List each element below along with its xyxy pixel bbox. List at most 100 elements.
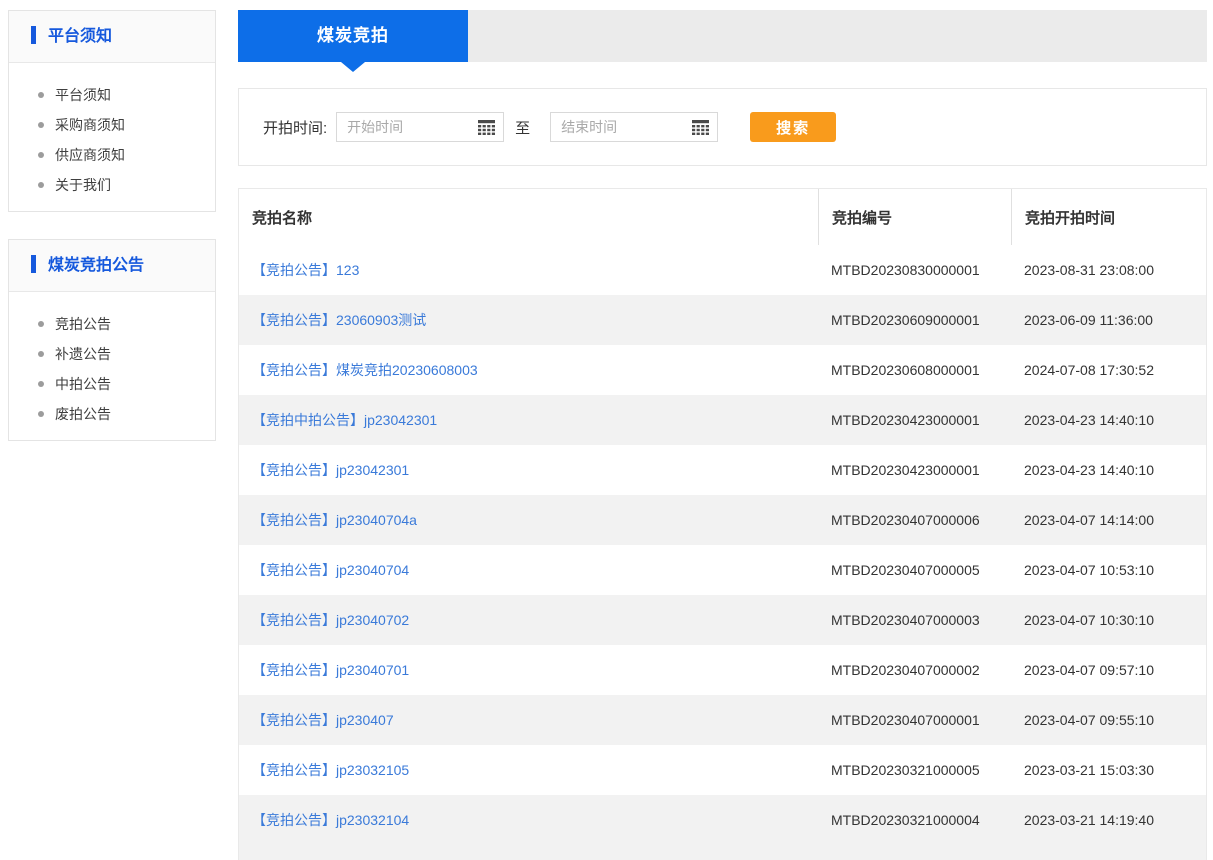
tab-arrow [341, 62, 365, 72]
title-accent-bar [31, 26, 36, 44]
calendar-icon[interactable] [692, 120, 709, 135]
panel-title-label: 煤炭竞拍公告 [48, 257, 144, 274]
auction-name-cell: 【竞拍公告】jp23042301 [239, 460, 818, 480]
sidebar-item-label: 竞拍公告 [55, 316, 111, 332]
sidebar-item-label: 平台须知 [55, 87, 111, 103]
auction-code-cell: MTBD20230407000002 [818, 662, 1011, 678]
table-row: 【竞拍中拍公告】jp23042301 MTBD20230423000001 20… [239, 395, 1206, 445]
auction-code-cell: MTBD20230423000001 [818, 462, 1011, 478]
auction-link[interactable]: 【竞拍公告】jp23040704a [252, 512, 417, 528]
search-panel: 开拍时间: 至 [238, 88, 1207, 166]
bullet-icon [38, 182, 44, 188]
start-time-input[interactable] [337, 119, 478, 135]
auction-time-cell: 2023-04-07 10:53:10 [1011, 562, 1206, 578]
auction-link[interactable]: 【竞拍中拍公告】jp23042301 [252, 412, 437, 428]
sidebar-item[interactable]: 采购商须知 [9, 110, 215, 140]
calendar-icon[interactable] [478, 120, 495, 135]
sidebar-item[interactable]: 废拍公告 [9, 399, 215, 429]
title-accent-bar [31, 255, 36, 273]
auction-name-cell: 【竞拍公告】jp23040701 [239, 660, 818, 680]
auction-name-cell: 【竞拍公告】jp23040704a [239, 510, 818, 530]
auction-time-cell: 2024-07-08 17:30:52 [1011, 362, 1206, 378]
bullet-icon [38, 152, 44, 158]
range-separator: 至 [515, 117, 530, 138]
auction-time-cell: 2023-04-23 14:40:10 [1011, 462, 1206, 478]
auction-time-cell: 2023-04-07 09:57:10 [1011, 662, 1206, 678]
auction-code-cell: MTBD20230608000001 [818, 362, 1011, 378]
column-header-code: 竞拍编号 [818, 189, 1011, 245]
bullet-icon [38, 92, 44, 98]
auction-name-cell: 【竞拍中拍公告】jp23042301 [239, 410, 818, 430]
sidebar-item[interactable]: 竞拍公告 [9, 309, 215, 339]
sidebar: 平台须知 平台须知 采购商须知 供应商须知 关于我们 [8, 10, 216, 468]
end-time-input[interactable] [551, 119, 692, 135]
auction-link[interactable]: 【竞拍公告】jp230407 [252, 712, 394, 728]
sidebar-item[interactable]: 关于我们 [9, 170, 215, 200]
sidebar-item[interactable]: 补遗公告 [9, 339, 215, 369]
tab-coal-auction[interactable]: 煤炭竞拍 [238, 10, 468, 62]
panel-item-list: 竞拍公告 补遗公告 中拍公告 废拍公告 [9, 292, 215, 440]
sidebar-item-label: 采购商须知 [55, 117, 125, 133]
sidebar-item[interactable]: 供应商须知 [9, 140, 215, 170]
table-row: 【竞拍公告】jp23040704a MTBD20230407000006 202… [239, 495, 1206, 545]
sidebar-item-label: 供应商须知 [55, 147, 125, 163]
table-row: 【竞拍公告】jp230407 MTBD20230407000001 2023-0… [239, 695, 1206, 745]
auction-link[interactable]: 【竞拍公告】123 [252, 262, 359, 278]
table-row: 【竞拍公告】23060903测试 MTBD20230609000001 2023… [239, 295, 1206, 345]
auction-link[interactable]: 【竞拍公告】jp23042301 [252, 462, 409, 478]
table-row-partial [239, 845, 1206, 860]
auction-link[interactable]: 【竞拍公告】jp23032105 [252, 762, 409, 778]
auction-link[interactable]: 【竞拍公告】煤炭竞拍20230608003 [252, 362, 478, 378]
search-button[interactable]: 搜索 [750, 112, 836, 142]
table-row: 【竞拍公告】jp23040701 MTBD20230407000002 2023… [239, 645, 1206, 695]
bullet-icon [38, 122, 44, 128]
auction-code-cell: MTBD20230407000006 [818, 512, 1011, 528]
sidebar-item[interactable]: 中拍公告 [9, 369, 215, 399]
auction-table: 竞拍名称 竞拍编号 竞拍开拍时间 【竞拍公告】123 MTBD202308300… [238, 188, 1207, 860]
bullet-icon [38, 411, 44, 417]
bullet-icon [38, 381, 44, 387]
auction-time-cell: 2023-04-23 14:40:10 [1011, 412, 1206, 428]
auction-time-cell: 2023-04-07 14:14:00 [1011, 512, 1206, 528]
sidebar-item-label: 废拍公告 [55, 406, 111, 422]
auction-time-cell: 2023-08-31 23:08:00 [1011, 262, 1206, 278]
table-body: 【竞拍公告】123 MTBD20230830000001 2023-08-31 … [239, 245, 1206, 845]
auction-code-cell: MTBD20230407000005 [818, 562, 1011, 578]
auction-code-cell: MTBD20230321000004 [818, 812, 1011, 828]
auction-name-cell: 【竞拍公告】jp23032105 [239, 760, 818, 780]
auction-code-cell: MTBD20230407000003 [818, 612, 1011, 628]
auction-name-cell: 【竞拍公告】jp23040702 [239, 610, 818, 630]
auction-link[interactable]: 【竞拍公告】jp23040702 [252, 612, 409, 628]
auction-name-cell: 【竞拍公告】123 [239, 260, 818, 280]
column-header-name: 竞拍名称 [239, 189, 818, 245]
auction-name-cell: 【竞拍公告】jp230407 [239, 710, 818, 730]
sidebar-panel-coal-auction-announcements: 煤炭竞拍公告 竞拍公告 补遗公告 中拍公告 废拍公告 [8, 239, 216, 441]
auction-code-cell: MTBD20230830000001 [818, 262, 1011, 278]
auction-link[interactable]: 【竞拍公告】jp23040704 [252, 562, 409, 578]
main-content: 煤炭竞拍 开拍时间: 至 [238, 10, 1207, 860]
auction-time-cell: 2023-04-07 10:30:10 [1011, 612, 1206, 628]
auction-link[interactable]: 【竞拍公告】jp23040701 [252, 662, 409, 678]
auction-name-cell: 【竞拍公告】jp23040704 [239, 560, 818, 580]
panel-item-list: 平台须知 采购商须知 供应商须知 关于我们 [9, 63, 215, 211]
table-row: 【竞拍公告】jp23040702 MTBD20230407000003 2023… [239, 595, 1206, 645]
sidebar-item[interactable]: 平台须知 [9, 80, 215, 110]
auction-code-cell: MTBD20230423000001 [818, 412, 1011, 428]
table-header: 竞拍名称 竞拍编号 竞拍开拍时间 [239, 189, 1206, 245]
auction-time-cell: 2023-03-21 14:19:40 [1011, 812, 1206, 828]
start-time-label: 开拍时间: [263, 117, 327, 138]
auction-time-cell: 2023-04-07 09:55:10 [1011, 712, 1206, 728]
table-row: 【竞拍公告】jp23032104 MTBD20230321000004 2023… [239, 795, 1206, 845]
auction-link[interactable]: 【竞拍公告】jp23032104 [252, 812, 409, 828]
table-row: 【竞拍公告】jp23032105 MTBD20230321000005 2023… [239, 745, 1206, 795]
sidebar-item-label: 中拍公告 [55, 376, 111, 392]
sidebar-item-label: 补遗公告 [55, 346, 111, 362]
column-header-time: 竞拍开拍时间 [1011, 189, 1206, 245]
auction-name-cell: 【竞拍公告】23060903测试 [239, 310, 818, 330]
auction-link[interactable]: 【竞拍公告】23060903测试 [252, 312, 426, 328]
tab-bar: 煤炭竞拍 [238, 10, 1207, 62]
auction-time-cell: 2023-03-21 15:03:30 [1011, 762, 1206, 778]
sidebar-item-label: 关于我们 [55, 177, 111, 193]
auction-code-cell: MTBD20230321000005 [818, 762, 1011, 778]
sidebar-panel-platform-notice: 平台须知 平台须知 采购商须知 供应商须知 关于我们 [8, 10, 216, 212]
